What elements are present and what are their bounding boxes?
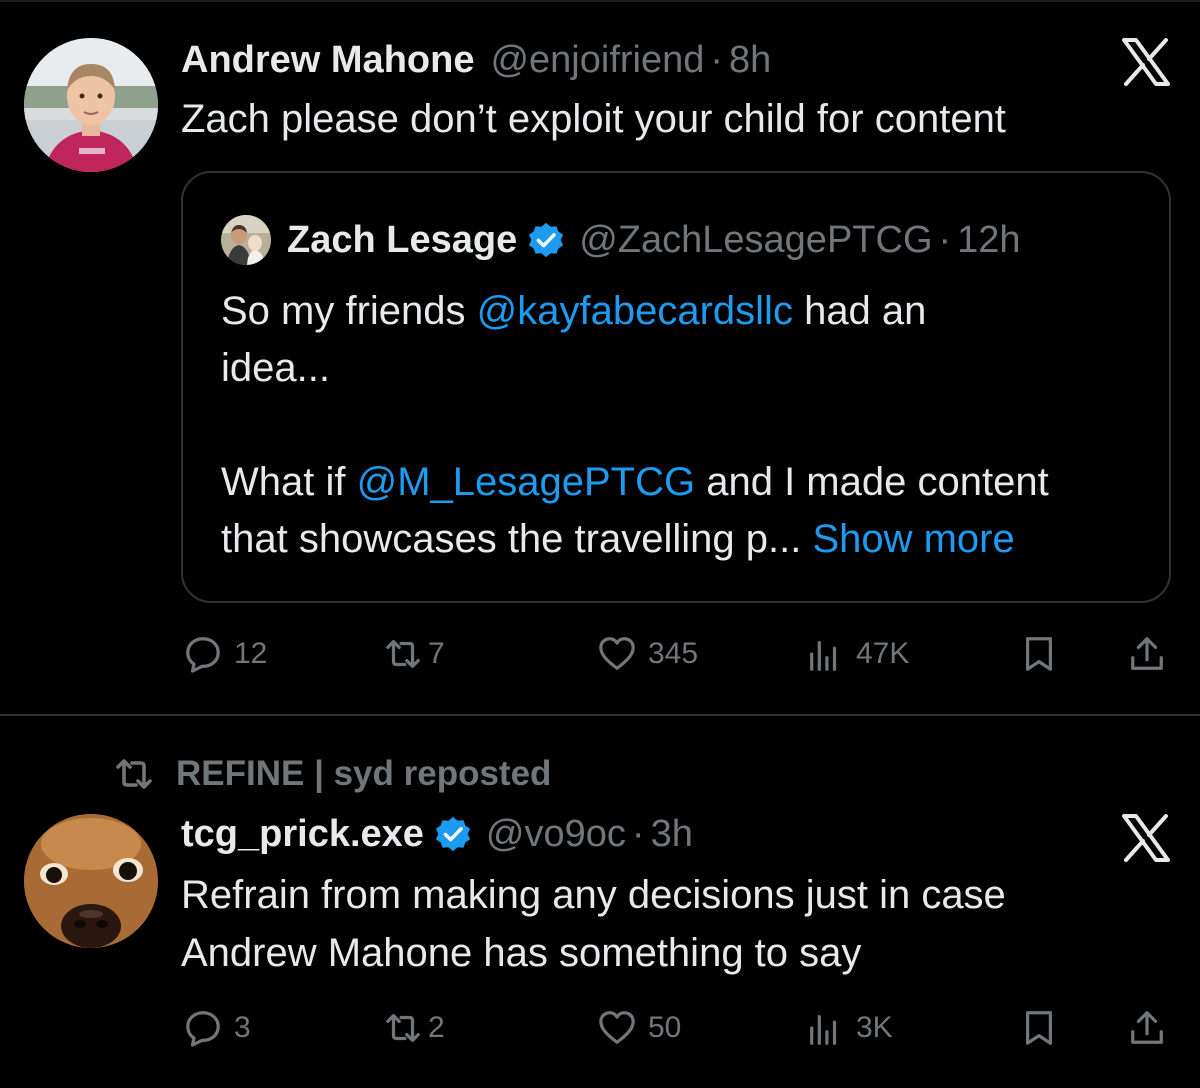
quoted-line-1: So my friends @kayfabecardsllc had an	[221, 283, 1151, 340]
tweet-text-line-1: Refrain from making any decisions just i…	[181, 873, 1006, 917]
action-bar: 12 7 345 47K	[184, 629, 1174, 679]
view-count: 47K	[856, 637, 910, 670]
repost-icon	[114, 754, 154, 794]
repost-context[interactable]: REFINE | syd reposted	[114, 752, 551, 796]
tweet-header: Andrew Mahone @enjoifriend · 8h	[181, 35, 771, 85]
quoted-display-name[interactable]: Zach Lesage	[287, 219, 517, 262]
repost-count: 2	[428, 1011, 445, 1044]
quoted-line-2: idea...	[221, 346, 330, 390]
quoted-timestamp[interactable]: 12h	[957, 219, 1020, 262]
timestamp[interactable]: 8h	[729, 39, 771, 82]
repost-icon	[384, 635, 422, 673]
share-icon	[1128, 635, 1166, 673]
bookmark-button[interactable]	[1020, 629, 1058, 679]
reply-icon	[184, 635, 222, 673]
like-count: 345	[648, 637, 699, 670]
quoted-avatar	[221, 215, 271, 265]
tweet-header: tcg_prick.exe @vo9oc · 3h	[181, 809, 693, 859]
repost-button[interactable]: 7	[384, 629, 445, 679]
text-span: What if	[221, 460, 357, 504]
reply-button[interactable]: 3	[184, 1003, 251, 1053]
views-button[interactable]: 47K	[806, 629, 909, 679]
repost-count: 7	[428, 637, 445, 670]
reply-button[interactable]: 12	[184, 629, 267, 679]
quoted-tweet-header: Zach Lesage @ZachLesagePTCG · 12h	[221, 215, 1021, 265]
tweet-tcg-prick[interactable]: REFINE | syd reposted tcg_prick.exe @vo9…	[0, 716, 1200, 1088]
text-span: that showcases the travelling p...	[221, 517, 813, 561]
x-logo-icon	[1120, 38, 1172, 86]
like-count: 50	[648, 1011, 682, 1044]
bookmark-icon	[1020, 635, 1058, 673]
show-more-link[interactable]: Show more	[812, 517, 1014, 561]
views-button[interactable]: 3K	[806, 1003, 893, 1053]
timestamp[interactable]: 3h	[651, 813, 693, 856]
separator-dot: ·	[938, 218, 952, 261]
quoted-line-3: What if @M_LesagePTCG and I made content	[221, 454, 1151, 511]
quoted-line-4: that showcases the travelling p... Show …	[221, 511, 1151, 568]
avatar[interactable]	[24, 814, 158, 948]
x-logo-icon	[1120, 814, 1172, 862]
bookmark-button[interactable]	[1020, 1003, 1058, 1053]
like-button[interactable]: 345	[598, 629, 698, 679]
quoted-tweet-card[interactable]: Zach Lesage @ZachLesagePTCG · 12h So my …	[181, 171, 1171, 603]
reply-icon	[184, 1009, 222, 1047]
tweet-andrew-mahone[interactable]: Andrew Mahone @enjoifriend · 8h Zach ple…	[0, 0, 1200, 715]
repost-icon	[384, 1009, 422, 1047]
avatar[interactable]	[24, 38, 158, 172]
handle[interactable]: @enjoifriend	[490, 39, 704, 82]
bookmark-icon	[1020, 1009, 1058, 1047]
handle[interactable]: @vo9oc	[486, 813, 626, 856]
text-span: So my friends	[221, 289, 477, 333]
action-bar: 3 2 50 3K	[184, 1003, 1174, 1053]
display-name[interactable]: Andrew Mahone	[181, 39, 474, 82]
like-button[interactable]: 50	[598, 1003, 681, 1053]
share-icon	[1128, 1009, 1166, 1047]
separator-dot: ·	[631, 812, 645, 855]
view-count: 3K	[856, 1011, 893, 1044]
reply-count: 3	[234, 1011, 251, 1044]
avatar-man-holding-baby-icon	[221, 215, 271, 265]
separator-dot: ·	[710, 38, 724, 81]
repost-context-label: REFINE | syd reposted	[176, 754, 552, 793]
tweet-text: Zach please don’t exploit your child for…	[181, 97, 1006, 141]
tweet-text-line-2: Andrew Mahone has something to say	[181, 931, 862, 975]
share-button[interactable]	[1128, 1003, 1166, 1053]
heart-icon	[598, 635, 636, 673]
mention-link[interactable]: @M_LesagePTCG	[357, 460, 696, 504]
share-button[interactable]	[1128, 629, 1166, 679]
avatar-dog-closeup-icon	[24, 814, 158, 948]
tweet-text: Refrain from making any decisions just i…	[181, 866, 1006, 982]
text-span: and I made content	[695, 460, 1049, 504]
quoted-handle[interactable]: @ZachLesagePTCG	[579, 219, 932, 262]
text-span: had an	[792, 289, 927, 333]
quoted-tweet-text: So my friends @kayfabecardsllc had an id…	[221, 283, 1151, 568]
mention-link[interactable]: @kayfabecardsllc	[477, 289, 793, 333]
reply-count: 12	[234, 637, 268, 670]
verified-badge-icon	[434, 815, 472, 853]
avatar-child-red-shirt-icon	[24, 38, 158, 172]
repost-button[interactable]: 2	[384, 1003, 445, 1053]
verified-badge-icon	[527, 221, 565, 259]
views-bar-chart-icon	[806, 1009, 844, 1047]
display-name[interactable]: tcg_prick.exe	[181, 813, 424, 856]
heart-icon	[598, 1009, 636, 1047]
views-bar-chart-icon	[806, 635, 844, 673]
